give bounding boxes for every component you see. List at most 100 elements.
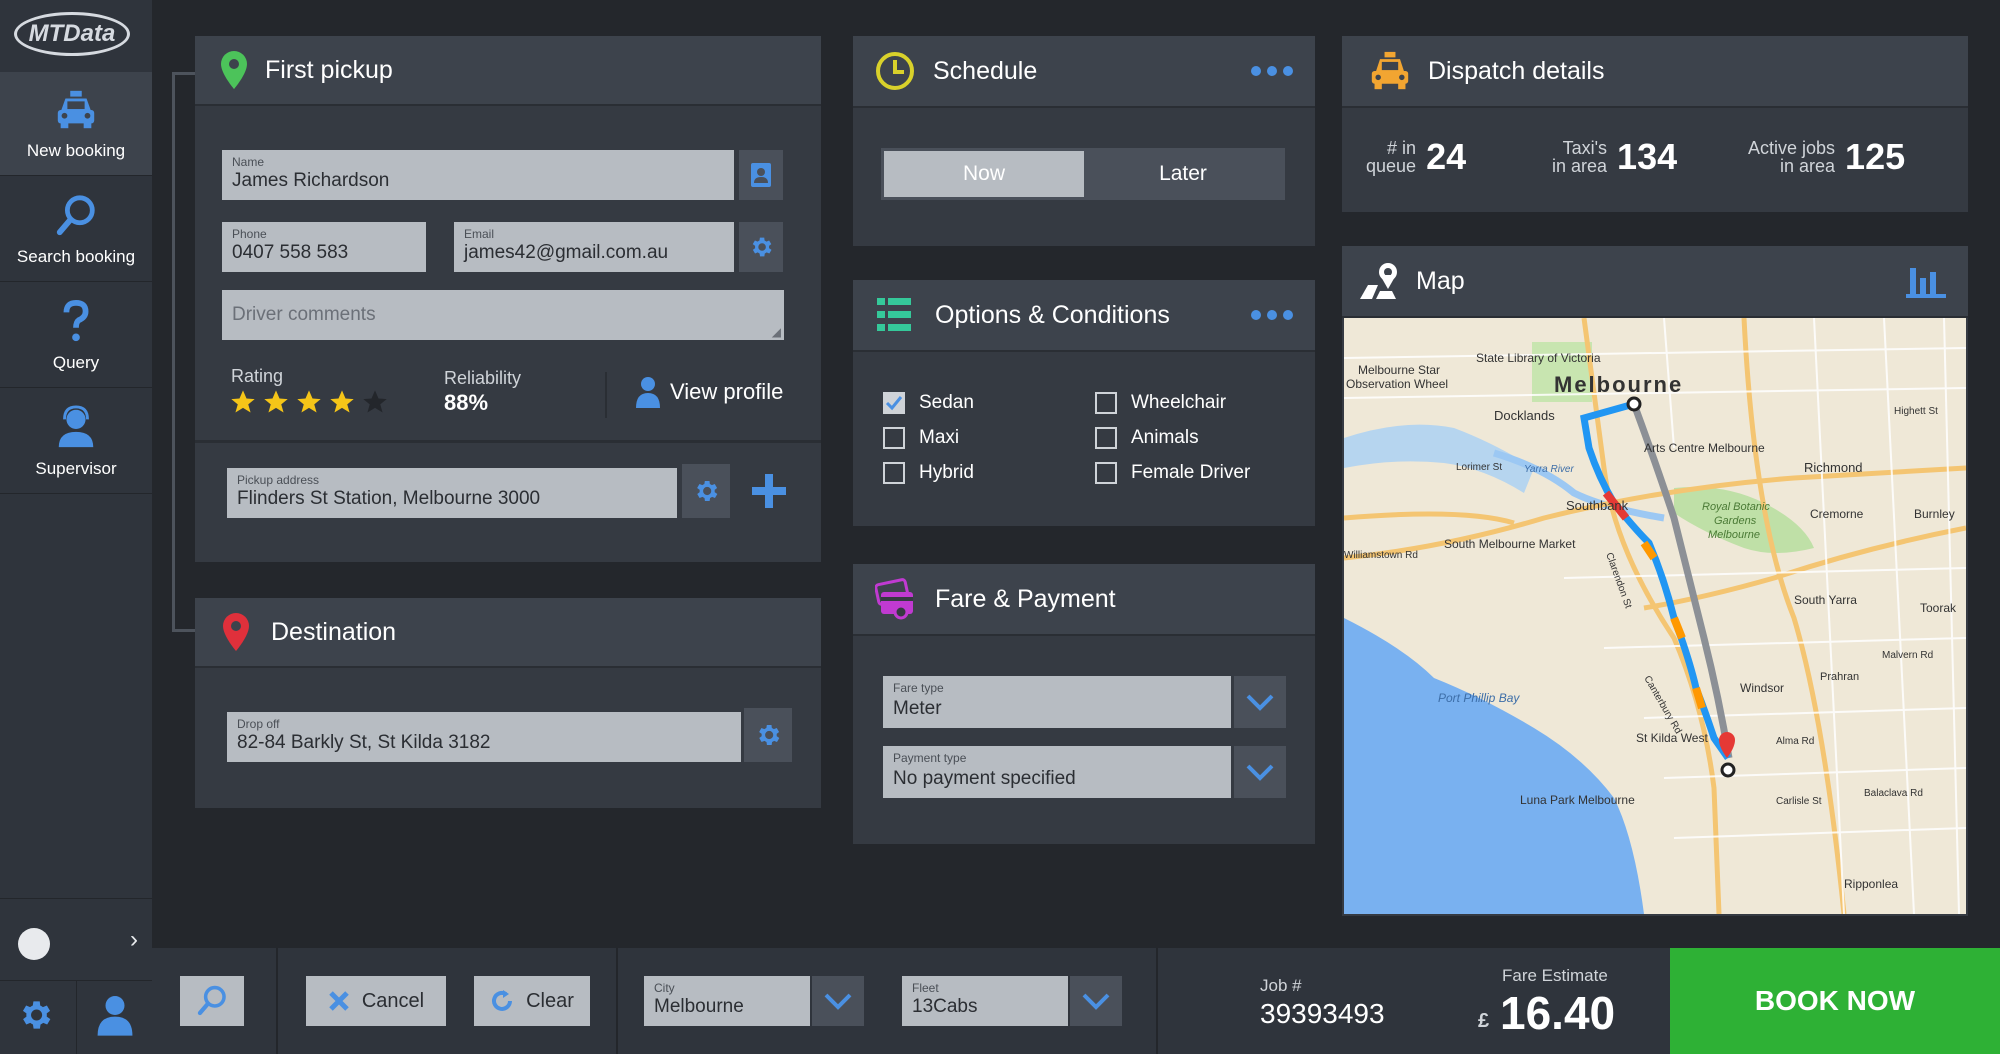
- phone-field[interactable]: Phone 0407 558 583: [222, 222, 426, 272]
- email-field[interactable]: Email james42@gmail.com.au: [454, 222, 734, 272]
- route-end-marker: [1720, 762, 1736, 778]
- search-button[interactable]: [180, 976, 244, 1026]
- map-label: Cremorne: [1810, 507, 1864, 521]
- cancel-button[interactable]: Cancel: [306, 976, 446, 1026]
- map-label: Melbourne Star: [1358, 363, 1440, 377]
- checkbox[interactable]: [1095, 392, 1117, 414]
- view-profile-link[interactable]: View profile: [636, 376, 783, 408]
- checkbox-checked[interactable]: [883, 392, 905, 414]
- rating-label: Rating: [231, 366, 284, 386]
- driver-comments-placeholder: Driver comments: [232, 304, 376, 325]
- plus-icon: [752, 474, 786, 508]
- payment-cards-icon: [875, 578, 913, 620]
- sidebar-item-supervisor[interactable]: Supervisor: [0, 390, 152, 494]
- map-label: Melbourne: [1708, 529, 1760, 541]
- chevron-right-icon[interactable]: ›: [130, 926, 138, 954]
- divider: [616, 948, 618, 1054]
- status-toggle[interactable]: [18, 928, 50, 960]
- person-icon: [636, 377, 660, 408]
- pickup-destination-connector: [172, 72, 196, 632]
- contact-card-icon: [751, 163, 771, 187]
- map-canvas[interactable]: Melbourne State Library of Victoria Melb…: [1344, 318, 1966, 914]
- star-filled-icon: [231, 390, 255, 413]
- panel-title: Options & Conditions: [935, 300, 1170, 329]
- sidebar-item-query[interactable]: Query: [0, 284, 152, 388]
- name-field[interactable]: Name James Richardson: [222, 150, 734, 200]
- destination-panel: Destination Drop off 82-84 Barkly St, St…: [195, 598, 821, 808]
- checkbox[interactable]: [1095, 462, 1117, 484]
- schedule-later-button[interactable]: Later: [1084, 151, 1282, 197]
- more-options-icon[interactable]: [1251, 310, 1293, 320]
- location-pin-icon: [221, 51, 247, 89]
- chevron-down-icon[interactable]: [812, 976, 864, 1026]
- panel-title: Schedule: [933, 56, 1038, 85]
- job-number-label: Job #: [1260, 976, 1302, 995]
- star-filled-icon: [330, 390, 354, 413]
- option-label: Sedan: [919, 392, 974, 413]
- pickup-address-field[interactable]: Pickup address Flinders St Station, Melb…: [227, 468, 677, 518]
- sidebar: MTData New booking Search booking Query: [0, 0, 152, 1054]
- taxi-icon: [1371, 51, 1409, 90]
- add-stop-button[interactable]: [750, 472, 788, 515]
- chevron-down-icon[interactable]: [1070, 976, 1122, 1026]
- map-label-melbourne: Melbourne: [1554, 372, 1683, 397]
- payment-type-dropdown[interactable]: Payment type No payment specified: [883, 746, 1286, 798]
- user-icon[interactable]: [96, 994, 134, 1041]
- map-label: Burnley: [1914, 507, 1955, 521]
- option-hybrid[interactable]: Hybrid: [883, 462, 974, 484]
- schedule-now-button[interactable]: Now: [884, 151, 1084, 197]
- more-options-icon[interactable]: [1251, 66, 1293, 76]
- map-label: Lorimer St: [1456, 462, 1502, 473]
- search-icon: [56, 194, 95, 235]
- schedule-header: Schedule: [853, 36, 1315, 108]
- map-view[interactable]: Melbourne State Library of Victoria Melb…: [1344, 318, 1966, 914]
- fare-type-dropdown[interactable]: Fare type Meter: [883, 676, 1286, 728]
- dropoff-field[interactable]: Drop off 82-84 Barkly St, St Kilda 3182: [227, 712, 741, 762]
- queue-label: queue: [1366, 156, 1417, 176]
- option-animals[interactable]: Animals: [1095, 427, 1199, 449]
- checkbox[interactable]: [1095, 427, 1117, 449]
- option-maxi[interactable]: Maxi: [883, 427, 959, 449]
- sidebar-item-search-booking[interactable]: Search booking: [0, 178, 152, 282]
- queue-stat: # in queue 24: [1366, 136, 1466, 178]
- chevron-down-icon[interactable]: [1234, 746, 1286, 798]
- first-pickup-panel: First pickup Name James Richardson Phone…: [195, 36, 821, 562]
- chevron-down-icon[interactable]: [1234, 676, 1286, 728]
- fleet-dropdown[interactable]: Fleet 13Cabs: [902, 976, 1122, 1026]
- fare-type-value: Fare type Meter: [883, 676, 1231, 728]
- gear-icon: [697, 480, 718, 502]
- book-now-button[interactable]: BOOK NOW: [1670, 948, 2000, 1054]
- email-settings-button[interactable]: [739, 222, 783, 272]
- map-label: Balaclava Rd: [1864, 788, 1923, 799]
- option-female-driver[interactable]: Female Driver: [1095, 462, 1250, 484]
- currency-symbol: £: [1478, 1010, 1490, 1032]
- sidebar-item-label: Query: [52, 352, 100, 372]
- options-panel: Options & Conditions Sedan Maxi Hybrid Whee…: [853, 280, 1315, 526]
- gear-icon: [759, 724, 780, 746]
- map-label: St Kilda West: [1636, 731, 1708, 745]
- option-sedan[interactable]: Sedan: [883, 392, 974, 414]
- bar-chart-icon[interactable]: [1906, 264, 1946, 298]
- driver-comments-field[interactable]: Driver comments ◢: [222, 290, 784, 340]
- taxis-in-area-stat: Taxi's in area 134: [1552, 136, 1677, 178]
- reliability-label: Reliability: [444, 368, 522, 388]
- map-header: Map: [1342, 246, 1968, 318]
- checkbox[interactable]: [883, 462, 905, 484]
- checkbox[interactable]: [883, 427, 905, 449]
- gear-icon[interactable]: [16, 996, 54, 1039]
- resize-handle-icon[interactable]: ◢: [772, 325, 781, 339]
- dropoff-settings-button[interactable]: [744, 708, 792, 762]
- option-label: Animals: [1131, 427, 1199, 448]
- option-wheelchair[interactable]: Wheelchair: [1095, 392, 1226, 414]
- contact-card-button[interactable]: [739, 150, 783, 200]
- clock-icon: [876, 52, 914, 90]
- city-dropdown[interactable]: City Melbourne: [644, 976, 864, 1026]
- map-label: Highett St: [1894, 406, 1938, 417]
- panel-title: Dispatch details: [1428, 56, 1605, 85]
- sidebar-item-new-booking[interactable]: New booking: [0, 72, 152, 176]
- option-label: Wheelchair: [1131, 392, 1227, 413]
- map-label: Yarra River: [1524, 464, 1574, 475]
- address-settings-button[interactable]: [682, 464, 730, 518]
- taxi-icon: [57, 90, 95, 128]
- clear-button[interactable]: Clear: [474, 976, 590, 1026]
